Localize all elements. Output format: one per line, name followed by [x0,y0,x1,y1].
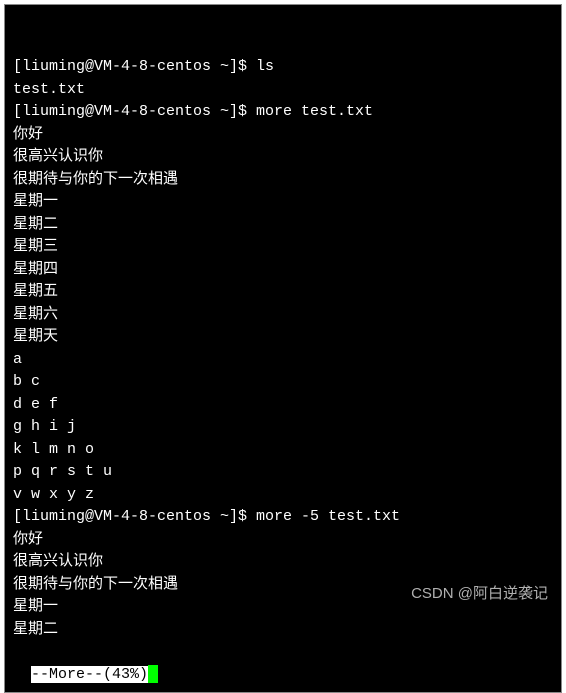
terminal-output-line: b c [13,371,553,394]
terminal-output-line: g h i j [13,416,553,439]
terminal-output-line: d e f [13,394,553,417]
more-status-text: --More--(43%) [31,666,148,683]
terminal-output-line: 星期一 [13,191,553,214]
terminal-content: [liuming@VM-4-8-centos ~]$ lstest.txt[li… [13,56,553,641]
more-pager-status: --More--(43%) [31,664,158,687]
terminal-output-line: 你好 [13,124,553,147]
terminal-cursor [148,665,158,683]
terminal-output-line: 你好 [13,529,553,552]
terminal-output-line: test.txt [13,79,553,102]
terminal-output-line: 星期六 [13,304,553,327]
terminal-output-line: 星期五 [13,281,553,304]
terminal-output-line: k l m n o [13,439,553,462]
terminal-prompt-line: [liuming@VM-4-8-centos ~]$ ls [13,56,553,79]
terminal-output-line: v w x y z [13,484,553,507]
terminal-output-line: 星期二 [13,619,553,642]
terminal-output-line: p q r s t u [13,461,553,484]
terminal-prompt-line: [liuming@VM-4-8-centos ~]$ more test.txt [13,101,553,124]
terminal-output-line: 星期天 [13,326,553,349]
terminal-output-line: 星期三 [13,236,553,259]
terminal-output-line: 星期四 [13,259,553,282]
terminal-output-line: 很高兴认识你 [13,146,553,169]
terminal-output-line: 很期待与你的下一次相遇 [13,169,553,192]
watermark-text: CSDN @阿白逆袭记 [411,582,548,603]
terminal-output-line: 很高兴认识你 [13,551,553,574]
terminal-output-line: 星期二 [13,214,553,237]
terminal-prompt-line: [liuming@VM-4-8-centos ~]$ more -5 test.… [13,506,553,529]
terminal-output-line: a [13,349,553,372]
